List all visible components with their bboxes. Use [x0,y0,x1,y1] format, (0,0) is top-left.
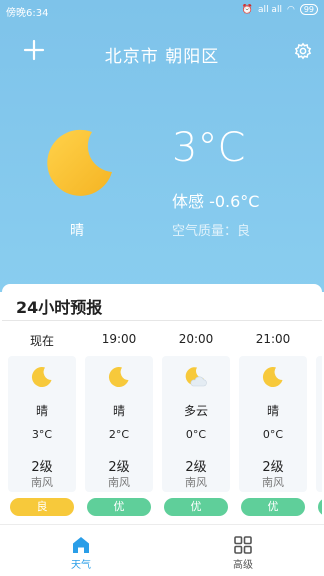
hour-temp: 3°C [31,428,53,441]
air-quality: 空气质量：良 [172,224,251,239]
hour-wind-level: 2级 [31,460,53,475]
tab-label: 高级 [233,560,253,571]
hour-wind-level: 2级 [108,460,130,475]
weather-header-background: 傍晚6:34 ⏰ all all ◠ 99 北京市 朝阳区 晴 3°C 体感 -… [0,0,324,292]
moon-icon [47,129,112,196]
hour-time: 现在 [29,334,54,348]
status-bar: 傍晚6:34 ⏰ all all ◠ 99 [0,0,324,22]
moon-icon [262,367,283,388]
hourly-forecast-card: 24小时预报 现在 晴 3°C 2级 南风 良 19:00 晴 2°C 2级 南… [2,284,322,524]
hour-condition: 晴 [112,404,125,418]
status-icons: ⏰ all all ◠ 99 [242,4,318,15]
hour-aqi-badge: 良 [10,498,74,516]
hour-temp: 0°C [185,428,207,441]
hour-aqi-badge: 优 [87,498,151,516]
tab-advanced[interactable]: 高级 [162,525,324,576]
hour-aqi-badge: 优 [164,498,228,516]
hour-wind-direction: 南风 [185,476,207,489]
hour-wind-direction: 南风 [108,476,130,489]
hour-panel [316,356,322,492]
moon-cloud-icon [185,367,207,387]
hour-time: 19:00 [101,332,137,346]
settings-button[interactable] [294,42,312,60]
moon-icon [108,367,129,388]
hour-condition: 多云 [183,404,208,418]
hour-wind-level: 2级 [185,460,207,475]
gear-icon [294,42,312,60]
hour-temp: 2°C [108,428,130,441]
grid-icon [234,536,252,554]
hour-time: 20:00 [178,332,214,346]
hourly-list[interactable]: 现在 晴 3°C 2级 南风 良 19:00 晴 2°C 2级 南风 优 20:… [8,328,322,524]
current-condition: 晴 [70,223,84,239]
battery-icon: 99 [299,4,318,15]
hour-condition: 晴 [35,404,48,418]
hour-item[interactable]: 21:00 晴 0°C 2级 南风 优 [239,328,307,524]
hour-wind-direction: 南风 [262,476,284,489]
hour-aqi-badge: 优 [241,498,305,516]
hour-temp: 0°C [262,428,284,441]
hour-wind-level: 2级 [262,460,284,475]
divider [2,320,322,321]
tab-weather[interactable]: 天气 [0,525,162,576]
hour-condition: 晴 [266,404,279,418]
hour-item-partial[interactable] [316,328,322,524]
current-temperature: 3°C [172,125,246,171]
signal-icon: all all [258,4,282,15]
moon-icon [31,367,52,388]
alarm-icon: ⏰ [241,4,254,15]
hour-item[interactable]: 20:00 多云 0°C 2级 南风 优 [162,328,230,524]
feels-like: 体感 -0.6°C [172,192,260,211]
home-icon [73,537,89,553]
bottom-tab-bar: 天气 高级 [0,524,324,576]
hour-time: 21:00 [255,332,291,346]
forecast-title: 24小时预报 [16,298,103,317]
hour-item[interactable]: 现在 晴 3°C 2级 南风 良 [8,328,76,524]
city-title[interactable]: 北京市 朝阳区 [0,42,324,67]
hour-item[interactable]: 19:00 晴 2°C 2级 南风 优 [85,328,153,524]
tab-label: 天气 [71,560,91,571]
status-time: 傍晚6:34 [6,8,49,19]
hour-wind-direction: 南风 [31,476,53,489]
hour-aqi-badge-partial [318,498,322,516]
wifi-icon: ◠ [286,4,295,15]
